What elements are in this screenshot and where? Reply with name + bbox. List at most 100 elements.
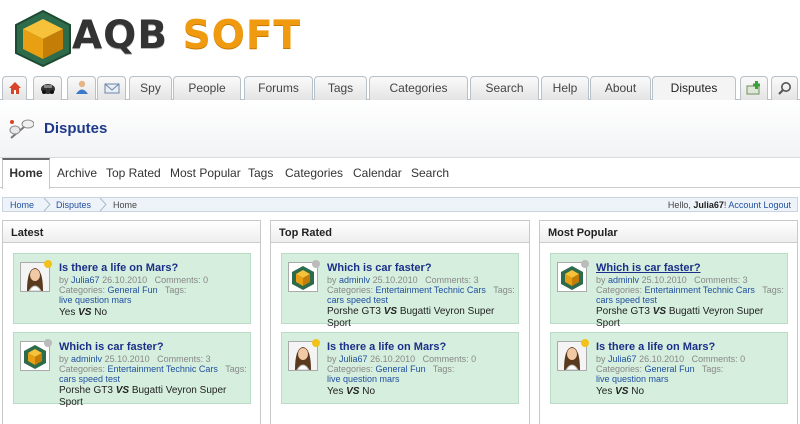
car-icon xyxy=(40,84,55,94)
tab-help[interactable]: Help xyxy=(541,76,589,100)
search-tab[interactable] xyxy=(771,76,798,100)
tab-disputes[interactable]: Disputes xyxy=(652,76,736,101)
cube-logo-icon xyxy=(15,9,71,67)
vs-label: VS xyxy=(652,306,667,317)
username[interactable]: Julia67 xyxy=(693,200,724,210)
categories-links[interactable]: Entertainment Technic Cars xyxy=(108,364,218,374)
tab-categories[interactable]: Categories xyxy=(369,76,468,100)
categories-links[interactable]: Entertainment Technic Cars xyxy=(645,285,755,295)
dispute-title-link[interactable]: Which is car faster? xyxy=(327,262,432,274)
dispute-meta: by Julia67 26.10.2010 Comments: 0 Categor… xyxy=(596,354,745,384)
dispute-card[interactable]: Which is car faster? by adminlv 25.10.201… xyxy=(550,253,788,329)
categories-links[interactable]: Entertainment Technic Cars xyxy=(376,285,486,295)
tags-links[interactable]: live question mars xyxy=(59,295,132,305)
comments-count: Comments: 0 xyxy=(154,275,209,285)
avatar[interactable] xyxy=(20,339,52,371)
car-tab[interactable] xyxy=(33,76,62,100)
column-title: Top Rated xyxy=(271,221,529,243)
avatar[interactable] xyxy=(20,260,52,292)
status-dot-icon xyxy=(581,339,589,347)
avatar[interactable] xyxy=(288,339,320,371)
tab-search[interactable]: Search xyxy=(470,76,539,100)
user-tab[interactable] xyxy=(67,76,96,100)
dispute-card[interactable]: Which is car faster? by adminlv 25.10.201… xyxy=(281,253,519,329)
dispute-card[interactable]: Is there a life on Mars? by Julia67 26.10… xyxy=(550,332,788,404)
subtab-search[interactable]: Search xyxy=(411,166,449,180)
tags-label: Tags: xyxy=(493,285,515,295)
categories-label: Categories: xyxy=(327,364,374,374)
subtab-archive[interactable]: Archive xyxy=(57,166,97,180)
dispute-sides: Yes VS No xyxy=(327,386,517,398)
avatar[interactable] xyxy=(557,260,589,292)
add-tab[interactable] xyxy=(740,76,768,100)
dispute-date: 25.10.2010 xyxy=(372,275,418,285)
avatar[interactable] xyxy=(288,260,320,292)
column-title: Most Popular xyxy=(540,221,797,243)
subtab-categories[interactable]: Categories xyxy=(285,166,343,180)
subtab-most-popular[interactable]: Most Popular xyxy=(170,166,241,180)
author-link[interactable]: Julia67 xyxy=(608,354,637,364)
breadcrumb-home[interactable]: Home xyxy=(10,200,34,210)
status-dot-icon xyxy=(312,339,320,347)
subtab-home[interactable]: Home xyxy=(2,158,50,189)
dispute-title-link[interactable]: Which is car faster? xyxy=(596,262,701,274)
categories-links[interactable]: General Fun xyxy=(376,364,426,374)
home-tab[interactable] xyxy=(2,76,27,100)
categories-links[interactable]: General Fun xyxy=(108,285,158,295)
mail-tab[interactable] xyxy=(97,76,126,100)
dispute-meta: by Julia67 26.10.2010 Comments: 0 Categor… xyxy=(327,354,476,384)
account-link[interactable]: Account xyxy=(728,200,761,210)
subtab-top-rated[interactable]: Top Rated xyxy=(106,166,161,180)
logo-text-soft: SOFT xyxy=(182,13,302,58)
tags-links[interactable]: cars speed test xyxy=(327,295,388,305)
dispute-card[interactable]: Is there a life on Mars? by Julia67 26.10… xyxy=(13,253,251,324)
dispute-sides: Porshe GT3 VS Bugatti Veyron Super Sport xyxy=(59,385,249,409)
dispute-title-link[interactable]: Is there a life on Mars? xyxy=(327,341,446,353)
tags-links[interactable]: live question mars xyxy=(596,374,669,384)
tags-links[interactable]: cars speed test xyxy=(59,374,120,384)
side-one: Porshe GT3 xyxy=(596,306,650,317)
dispute-title-link[interactable]: Is there a life on Mars? xyxy=(59,262,178,274)
column-latest: Latest Is there a life on Mars? by Julia67… xyxy=(2,220,261,424)
categories-links[interactable]: General Fun xyxy=(645,364,695,374)
dispute-meta: by adminlv 25.10.2010 Comments: 3 Categor… xyxy=(596,275,784,305)
subtab-calendar[interactable]: Calendar xyxy=(353,166,402,180)
avatar[interactable] xyxy=(557,339,589,371)
author-link[interactable]: adminlv xyxy=(339,275,370,285)
dispute-card[interactable]: Is there a life on Mars? by Julia67 26.10… xyxy=(281,332,519,404)
tags-links[interactable]: cars speed test xyxy=(596,295,657,305)
dispute-card[interactable]: Which is car faster? by adminlv 25.10.201… xyxy=(13,332,251,408)
tab-tags[interactable]: Tags xyxy=(314,76,367,100)
tags-label: Tags: xyxy=(225,364,247,374)
tab-spy[interactable]: Spy xyxy=(129,76,172,100)
by-label: by xyxy=(327,354,337,364)
logo-text-aqb: AQB xyxy=(72,13,169,58)
author-link[interactable]: adminlv xyxy=(608,275,639,285)
tab-people[interactable]: People xyxy=(173,76,241,100)
status-dot-icon xyxy=(44,339,52,347)
by-label: by xyxy=(59,354,69,364)
categories-label: Categories: xyxy=(59,364,106,374)
author-link[interactable]: Julia67 xyxy=(71,275,100,285)
comments-count: Comments: 0 xyxy=(691,354,746,364)
mail-icon xyxy=(104,83,119,94)
tags-label: Tags: xyxy=(432,364,455,374)
tags-links[interactable]: live question mars xyxy=(327,374,400,384)
logout-link[interactable]: Logout xyxy=(763,200,791,210)
hello-label: Hello, xyxy=(667,200,691,210)
categories-label: Categories: xyxy=(327,285,374,295)
vs-label: VS xyxy=(383,306,398,317)
tab-about[interactable]: About xyxy=(590,76,651,100)
breadcrumb: Home Disputes Home Hello, Julia67! Accou… xyxy=(2,197,798,212)
dispute-title-link[interactable]: Which is car faster? xyxy=(59,341,164,353)
aqb-soft-logo[interactable]: AQB SOFT xyxy=(12,9,300,67)
author-link[interactable]: adminlv xyxy=(71,354,102,364)
status-dot-icon xyxy=(312,260,320,268)
author-link[interactable]: Julia67 xyxy=(339,354,368,364)
subtab-tags[interactable]: Tags xyxy=(248,166,273,180)
dispute-title-link[interactable]: Is there a life on Mars? xyxy=(596,341,715,353)
tab-forums[interactable]: Forums xyxy=(244,76,313,100)
breadcrumb-disputes[interactable]: Disputes xyxy=(56,200,91,210)
breadcrumb-current: Home xyxy=(113,200,138,210)
dispute-date: 26.10.2010 xyxy=(370,354,416,364)
